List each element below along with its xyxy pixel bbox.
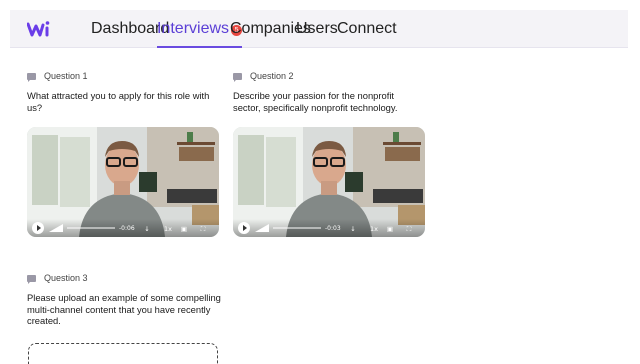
question-2-title: Question 2	[250, 71, 294, 81]
video-time-remaining: -0:03	[325, 225, 341, 232]
wi-logo[interactable]	[27, 19, 51, 39]
question-3-title: Question 3	[44, 273, 88, 283]
question-1-title: Question 1	[44, 71, 88, 81]
upload-dropzone[interactable]	[28, 343, 218, 364]
video-controls: -0:06 ↓ 1x ▣ ⛶	[27, 219, 219, 237]
video-progress-bar[interactable]	[67, 227, 115, 229]
nav-users[interactable]: Users	[296, 10, 338, 48]
picture-in-picture-icon[interactable]: ▣	[180, 225, 188, 233]
download-icon[interactable]: ↓	[349, 225, 357, 233]
picture-in-picture-icon[interactable]: ▣	[386, 225, 394, 233]
video-progress-bar[interactable]	[273, 227, 321, 229]
playback-speed[interactable]: 1x	[164, 225, 172, 233]
play-icon[interactable]	[32, 222, 44, 234]
video-controls: -0:03 ↓ 1x ▣ ⛶	[233, 219, 425, 237]
volume-icon[interactable]	[255, 224, 269, 232]
question-2-text: Describe your passion for the nonprofit …	[233, 90, 398, 113]
question-1-video-player[interactable]: -0:06 ↓ 1x ▣ ⛶	[27, 127, 219, 237]
nav-connect[interactable]: Connect	[337, 10, 397, 48]
question-1-text: What attracted you to apply for this rol…	[27, 90, 210, 113]
volume-icon[interactable]	[49, 224, 63, 232]
nav-connect-label: Connect	[337, 20, 397, 37]
video-time-remaining: -0:06	[119, 225, 135, 232]
question-2-heading: Question 2	[233, 71, 294, 82]
chat-bubble-icon	[233, 72, 242, 82]
fullscreen-icon[interactable]: ⛶	[405, 225, 413, 233]
nav-interviews-label: Interviews	[157, 20, 230, 37]
question-1-heading: Question 1	[27, 71, 88, 82]
play-icon[interactable]	[238, 222, 250, 234]
playback-speed[interactable]: 1x	[370, 225, 378, 233]
nav-users-label: Users	[296, 20, 338, 37]
top-nav-bar: Dashboard Interviews 5 Companies Users Co…	[10, 10, 628, 48]
download-icon[interactable]: ↓	[143, 225, 151, 233]
question-2-video-player[interactable]: -0:03 ↓ 1x ▣ ⛶	[233, 127, 425, 237]
question-3-heading: Question 3	[27, 273, 88, 284]
chat-bubble-icon	[27, 72, 36, 82]
question-3-text: Please upload an example of some compell…	[27, 292, 221, 326]
fullscreen-icon[interactable]: ⛶	[199, 225, 207, 233]
chat-bubble-icon	[27, 274, 36, 284]
